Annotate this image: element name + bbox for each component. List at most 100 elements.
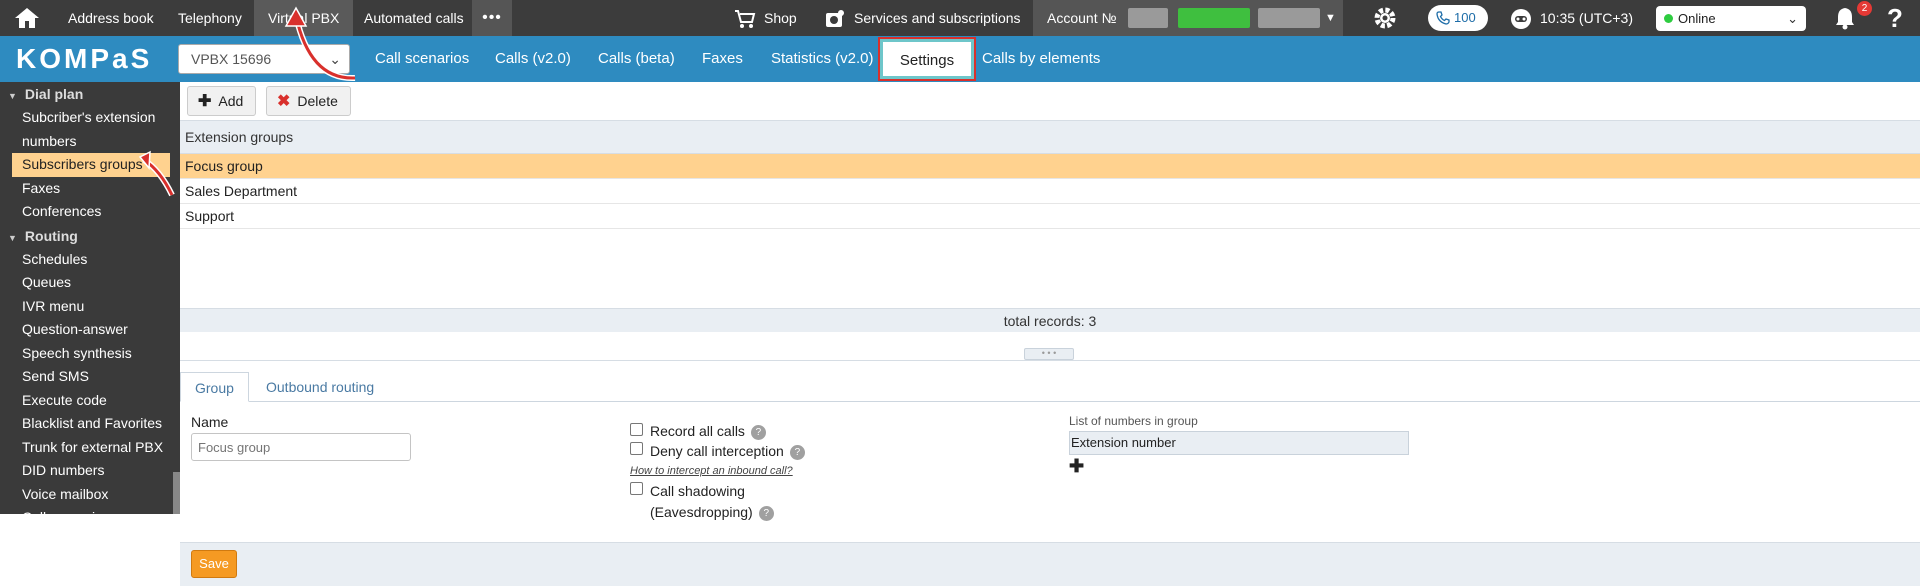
section-dial-plan-label: Dial plan [24,86,84,102]
eavesdropping-label: (Eavesdropping)? [650,504,774,521]
section-dial-plan[interactable]: ▼ Dial plan [0,82,180,106]
deny-interception-text: Deny call interception [650,443,784,459]
notifications-button[interactable] [1834,0,1860,36]
record-all-calls-label: Record all calls? [650,423,766,440]
help-button[interactable]: ? [1882,0,1908,36]
form-footer: Save [180,542,1920,586]
name-field[interactable] [191,433,411,461]
section-routing[interactable]: ▼ Routing [0,224,180,248]
online-status-dot [1664,14,1673,23]
tab-calls-by-elements[interactable]: Calls by elements [982,36,1100,82]
extension-number-column[interactable]: Extension number [1069,431,1409,455]
save-button[interactable]: Save [191,550,237,578]
shop-label: Shop [764,10,797,26]
call-shadowing-checkbox[interactable] [630,482,643,495]
nav-automated-calls[interactable]: Automated calls [350,0,478,36]
help-icon[interactable]: ? [758,505,774,521]
shop-link[interactable]: Shop [734,0,797,36]
sidebar-item-queues[interactable]: Queues [0,271,180,295]
tab-faxes[interactable]: Faxes [702,36,743,82]
sidebar-scrollbar[interactable] [173,472,180,514]
account-label: Account № [1047,10,1117,26]
status-select[interactable]: Online ⌄ [1656,6,1806,31]
divider [180,360,1920,361]
add-button[interactable]: ✚ Add [187,86,257,116]
more-button[interactable]: ••• [472,0,512,36]
account-selector[interactable]: Account № ▼ [1033,0,1343,36]
sidebar-item-ivr-menu[interactable]: IVR menu [0,295,180,319]
sidebar-item-trunk[interactable]: Trunk for external PBX [0,436,180,460]
chevron-down-icon: ▼ [1325,12,1336,24]
main-content: ✚ Add ✖ Delete Extension groups Focus grou… [180,82,1920,586]
record-all-calls-checkbox[interactable] [630,423,643,436]
status-value: Online [1678,11,1716,26]
sidebar-item-send-sms[interactable]: Send SMS [0,365,180,389]
clock-time: 10:35 (UTC+3) [1540,10,1633,26]
services-label: Services and subscriptions [854,10,1021,26]
sidebar-item-voice-mailbox[interactable]: Voice mailbox [0,483,180,507]
eavesdropping-text: (Eavesdropping) [650,504,753,520]
table-row[interactable]: Sales Department [180,179,1920,204]
table-row[interactable]: Focus group [180,154,1920,179]
active-calls-badge[interactable]: 100 [1428,5,1488,31]
tab-call-scenarios[interactable]: Call scenarios [375,36,469,82]
toolbar: ✚ Add ✖ Delete [180,82,1920,120]
grid-header-extension-groups[interactable]: Extension groups [180,120,1920,154]
account-number-redacted [1128,8,1168,28]
sidebar-item-did-numbers[interactable]: DID numbers [0,459,180,483]
pbx-nav-bar: KOMPaS VPBX 15696 ⌄ Call scenarios Calls… [0,36,1920,82]
howto-intercept-link[interactable]: How to intercept an inbound call? [630,465,793,477]
sidebar-item-blacklist[interactable]: Blacklist and Favorites [0,412,180,436]
tab-calls-v2[interactable]: Calls (v2.0) [495,36,571,82]
splitter-handle[interactable]: • • • [1024,348,1074,360]
operator-icon [1511,9,1531,30]
kompas-logo: KOMPaS [16,43,153,74]
delete-button[interactable]: ✖ Delete [266,86,351,116]
home-button[interactable] [8,0,46,36]
sidebar-item-conferences[interactable]: Conferences [0,200,180,224]
sidebar-item-subscribers-groups[interactable]: Subscribers groups [12,153,170,177]
add-label: Add [218,93,244,109]
record-all-calls-text: Record all calls [650,423,745,439]
chevron-down-icon: ⌄ [329,51,341,67]
delete-icon: ✖ [277,93,291,110]
sidebar-item-schedules[interactable]: Schedules [0,248,180,272]
help-icon[interactable]: ? [750,424,766,440]
nav-telephony[interactable]: Telephony [164,0,256,36]
call-shadowing-label: Call shadowing [650,483,745,499]
account-name-redacted [1258,8,1320,28]
bell-icon [1836,8,1854,30]
tab-outbound-routing[interactable]: Outbound routing [252,372,388,402]
triangle-down-icon: ▼ [8,91,17,101]
sidebar-item-speech-synthesis[interactable]: Speech synthesis [0,342,180,366]
sidebar-item-call-scenarios[interactable]: Call scenarios [0,506,180,514]
tab-settings[interactable]: Settings [878,37,976,81]
tab-calls-beta[interactable]: Calls (beta) [598,36,675,82]
sidebar-item-extension-numbers[interactable]: Subcriber's extension numbers [0,106,180,153]
services-icon [826,10,844,28]
help-icon[interactable]: ? [789,444,805,460]
chevron-down-icon: ⌄ [1787,11,1798,26]
tab-statistics-v2[interactable]: Statistics (v2.0) [771,36,874,82]
tab-group[interactable]: Group [180,372,249,402]
top-bar: Address book Telephony Virtual PBX Autom… [0,0,1920,36]
deny-interception-checkbox[interactable] [630,442,643,455]
sidebar-item-execute-code[interactable]: Execute code [0,389,180,413]
cart-icon [735,10,756,29]
vpbx-select[interactable]: VPBX 15696 ⌄ [178,44,350,74]
plus-icon: ✚ [198,93,212,110]
services-link[interactable]: Services and subscriptions [824,0,1021,36]
table-row[interactable]: Support [180,204,1920,229]
add-number-button[interactable]: ✚ [1069,456,1084,477]
account-balance-redacted [1178,8,1250,28]
sidebar-item-faxes[interactable]: Faxes [0,177,180,201]
total-records: total records: 3 [180,308,1920,332]
nav-address-book[interactable]: Address book [54,0,168,36]
nav-virtual-pbx[interactable]: Virtual PBX [254,0,354,36]
number-list-label: List of numbers in group [1069,414,1198,428]
active-calls-count: 100 [1454,10,1476,25]
sidebar: ▼ Dial plan Subcriber's extension numbers… [0,82,180,514]
sidebar-item-question-answer[interactable]: Question-answer [0,318,180,342]
settings-button[interactable] [1372,0,1402,36]
home-icon [15,8,39,28]
